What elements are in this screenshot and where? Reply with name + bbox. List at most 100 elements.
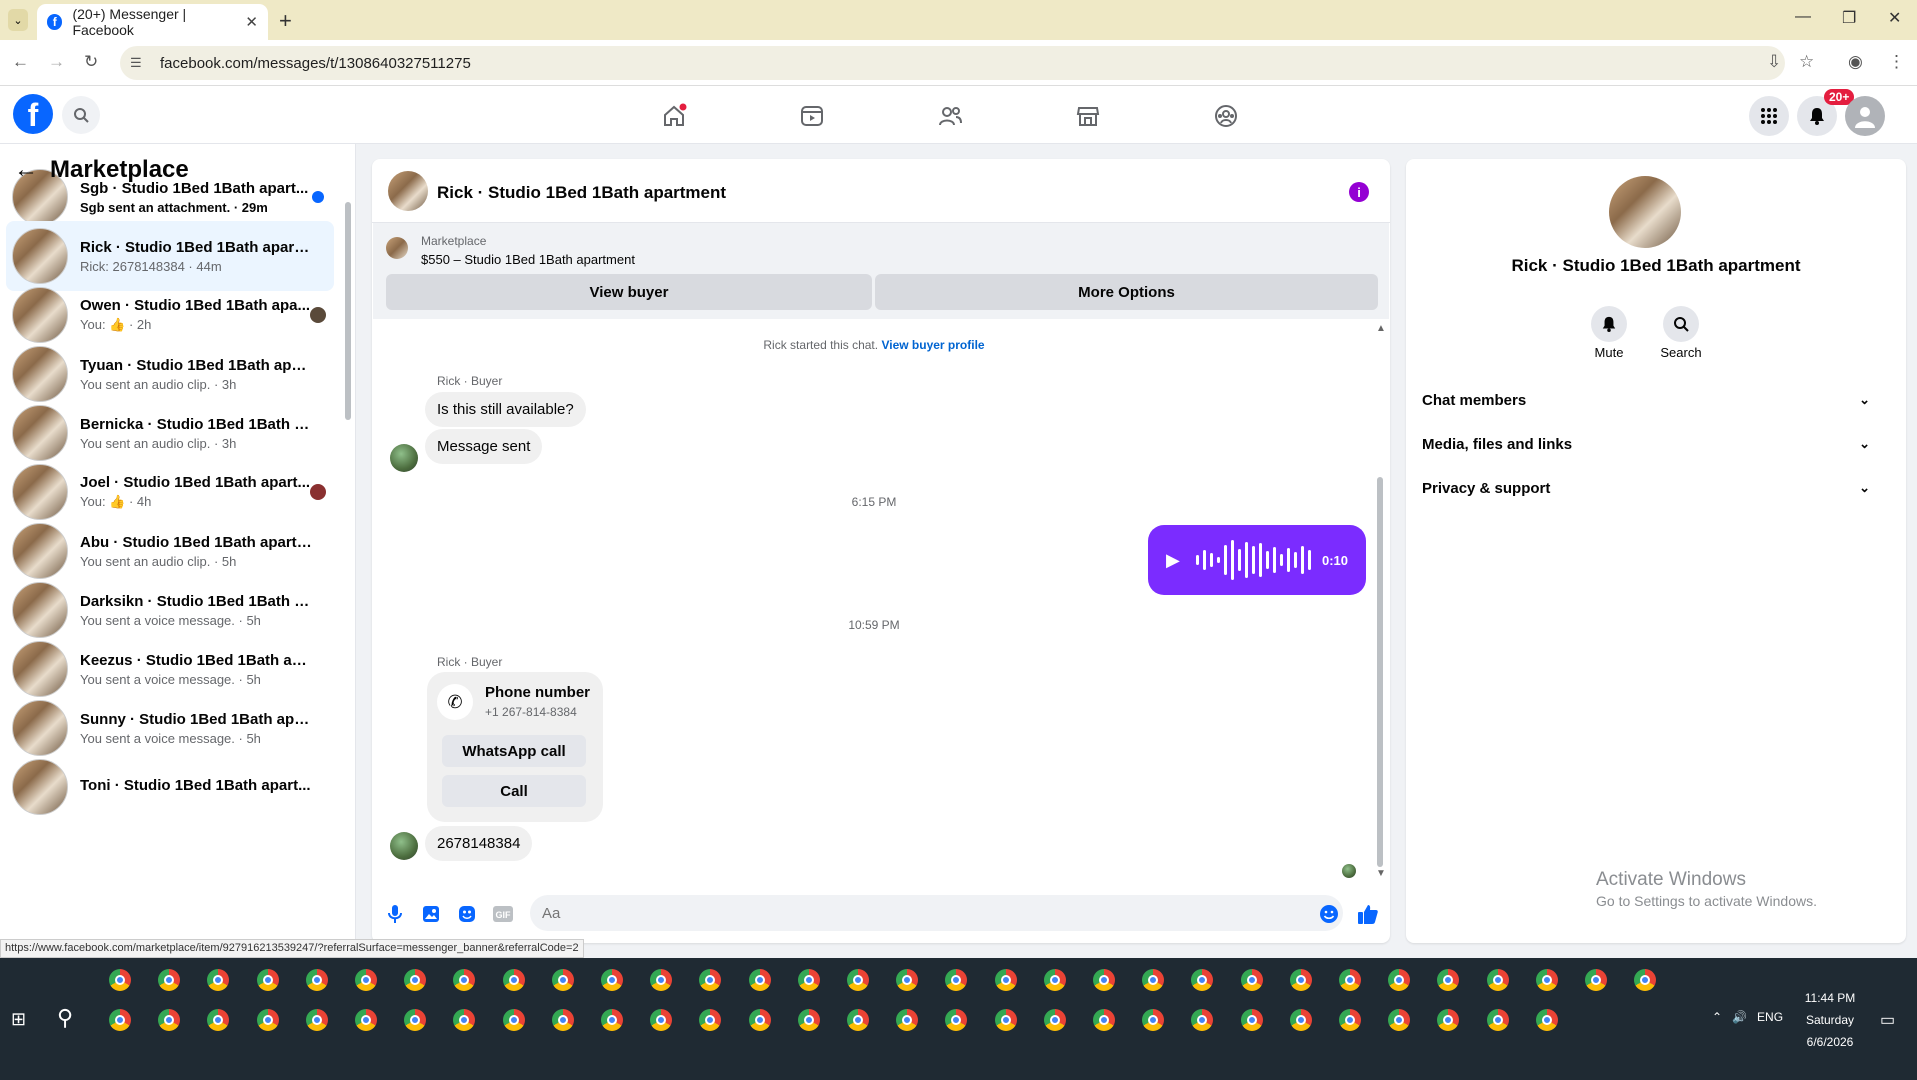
close-tab-icon[interactable]: ✕ [245,13,258,31]
taskbar-app-icon[interactable] [1339,1009,1361,1031]
taskbar-app-icon[interactable] [1043,969,1066,991]
marketplace-icon[interactable] [1072,100,1104,132]
facebook-logo-icon[interactable]: f [13,94,53,134]
video-icon[interactable] [796,100,828,132]
sender-avatar[interactable] [390,444,418,472]
taskbar-app-icon[interactable] [601,969,623,991]
taskbar-app-icon[interactable] [1486,969,1509,991]
listing-thumbnail[interactable] [386,237,408,259]
site-info-icon[interactable]: ☰ [130,55,142,71]
taskbar-app-icon[interactable] [1043,1009,1066,1031]
taskbar-app-icon[interactable] [305,1009,328,1031]
search-in-conversation-button[interactable] [1663,306,1699,342]
taskbar-app-icon[interactable] [551,969,574,991]
active-tab[interactable]: f (20+) Messenger | Facebook ✕ [37,4,268,40]
close-window-icon[interactable]: ✕ [1888,8,1901,28]
volume-icon[interactable]: 🔊 [1732,1010,1747,1024]
restore-icon[interactable]: ❐ [1842,8,1856,28]
taskbar-app-icon[interactable] [1486,1009,1509,1031]
notification-center-icon[interactable]: ▭ [1880,1010,1895,1030]
more-options-button[interactable]: More Options [875,274,1378,310]
message-input[interactable] [530,895,1343,931]
taskbar-app-icon[interactable] [797,969,820,991]
taskbar-search-icon[interactable]: ⚲ [57,1005,73,1031]
taskbar-app-icon[interactable] [1240,1009,1263,1031]
browser-menu-icon[interactable]: ⋮ [1888,52,1905,72]
taskbar-app-icon[interactable] [256,1009,279,1031]
chat-members-section[interactable]: Chat members ⌄ [1422,382,1870,418]
tab-search-button[interactable]: ⌄ [8,9,28,31]
taskbar-app-icon[interactable] [1585,969,1607,991]
url-input[interactable]: facebook.com/messages/t/1308640327511275 [120,46,1785,80]
friends-icon[interactable] [934,100,966,132]
taskbar-app-icon[interactable] [994,969,1017,991]
message-bubble[interactable]: Message sent [425,429,543,464]
menu-grid-icon[interactable] [1749,96,1789,136]
media-files-links-section[interactable]: Media, files and links ⌄ [1422,426,1870,462]
forward-icon[interactable]: → [48,52,65,72]
chat-title[interactable]: Rick · Studio 1Bed 1Bath apartment [437,183,726,203]
taskbar-app-icon[interactable] [1093,969,1115,991]
whatsapp-call-button[interactable]: WhatsApp call [442,735,586,767]
emoji-icon[interactable] [1318,903,1340,925]
account-avatar[interactable] [1845,96,1885,136]
chat-scrollbar[interactable] [1377,477,1383,867]
taskbar-app-icon[interactable] [109,1009,131,1031]
mute-button[interactable] [1591,306,1627,342]
tray-up-arrow-icon[interactable]: ⌃ [1712,1010,1722,1024]
scroll-up-arrow-icon[interactable]: ▲ [1376,323,1386,334]
taskbar-app-icon[interactable] [305,969,328,991]
taskbar-app-icon[interactable] [748,1009,771,1031]
reload-icon[interactable]: ↻ [84,52,98,72]
like-thumbs-up-icon[interactable] [1357,903,1379,925]
taskbar-app-icon[interactable] [797,1009,820,1031]
taskbar-app-icon[interactable] [1093,1009,1115,1031]
taskbar-app-icon[interactable] [355,1009,377,1031]
taskbar-app-icon[interactable] [551,1009,574,1031]
home-icon[interactable] [658,100,690,132]
taskbar-app-icon[interactable] [256,969,279,991]
taskbar-app-icon[interactable] [748,969,771,991]
message-bubble[interactable]: 2678148384 [425,826,533,861]
conversation-list-scrollbar[interactable] [345,202,351,420]
listing-title[interactable]: $550 – Studio 1Bed 1Bath apartment [421,252,635,267]
language-indicator[interactable]: ENG [1757,1010,1783,1024]
conversation-info-icon[interactable]: i [1349,182,1369,202]
message-bubble[interactable]: Is this still available? [425,392,586,427]
taskbar-app-icon[interactable] [847,1009,869,1031]
new-tab-icon[interactable]: + [279,8,292,34]
taskbar-app-icon[interactable] [355,969,377,991]
gif-icon[interactable]: GIF [492,903,514,925]
sender-avatar[interactable] [390,832,418,860]
taskbar-app-icon[interactable] [1289,1009,1312,1031]
taskbar-app-icon[interactable] [1339,969,1361,991]
scroll-down-arrow-icon[interactable]: ▼ [1376,868,1386,879]
install-app-icon[interactable]: ⇩ [1767,52,1781,72]
taskbar-app-icon[interactable] [109,969,131,991]
call-button[interactable]: Call [442,775,586,807]
taskbar-app-icon[interactable] [1535,969,1558,991]
chat-header-avatar[interactable] [388,171,428,211]
sticker-icon[interactable] [456,903,478,925]
taskbar-app-icon[interactable] [1240,969,1263,991]
bookmark-star-icon[interactable]: ☆ [1799,52,1814,72]
back-icon[interactable]: ← [12,52,29,72]
groups-icon[interactable] [1210,100,1242,132]
details-avatar[interactable] [1609,176,1681,248]
view-buyer-button[interactable]: View buyer [386,274,872,310]
back-arrow-icon[interactable]: ← [14,156,38,184]
microphone-icon[interactable] [384,903,406,925]
taskbar-app-icon[interactable] [1289,969,1312,991]
taskbar-app-icon[interactable] [994,1009,1017,1031]
view-buyer-profile-link[interactable]: View buyer profile [881,338,984,352]
audio-message[interactable]: ▶ 0:10 [1148,525,1366,595]
privacy-support-section[interactable]: Privacy & support ⌄ [1422,470,1870,506]
taskbar-clock[interactable]: 11:44 PM Saturday 6/6/2026 [1795,987,1865,1053]
minimize-icon[interactable]: — [1795,8,1811,26]
photo-icon[interactable] [420,903,442,925]
taskbar-app-icon[interactable] [601,1009,623,1031]
profile-icon[interactable]: ◉ [1848,52,1863,72]
taskbar-app-icon[interactable] [502,969,525,991]
taskbar-app-icon[interactable] [1535,1009,1558,1031]
search-button[interactable] [62,96,100,134]
